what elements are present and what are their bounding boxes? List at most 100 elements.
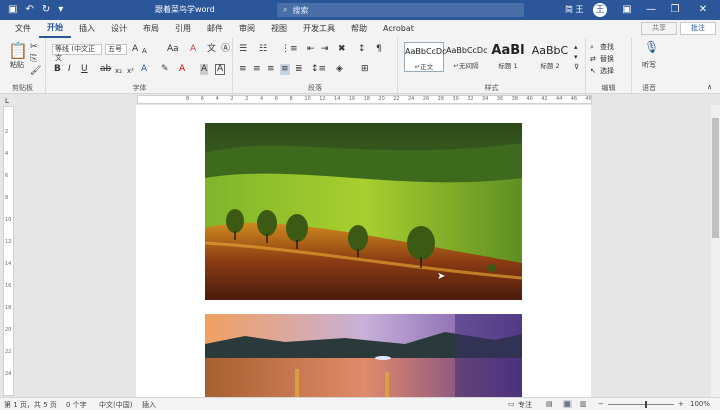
zoom-out-icon[interactable]: − [598,400,604,408]
decrease-indent-icon[interactable]: ⇤ [307,44,315,55]
character-border-icon[interactable]: A [215,64,226,75]
text-effects-icon[interactable]: A [141,64,147,75]
align-left-icon[interactable]: ≡ [239,64,247,75]
justify-icon[interactable]: ≡ [280,64,290,75]
style-normal[interactable]: AaBbCcDc ↵正文 [404,42,446,72]
multilevel-list-icon[interactable]: ⋮≡ [281,44,298,55]
align-center-icon[interactable]: ≡ [253,64,261,75]
vertical-ruler[interactable]: 2 4 6 8 10 12 14 16 18 20 22 24 [3,106,14,396]
strikethrough-button[interactable]: ab [100,64,111,75]
focus-button[interactable]: 专注 [518,400,532,410]
font-color-icon[interactable]: A [179,64,185,75]
dictate-button[interactable]: 听写 [642,60,656,71]
sort-icon[interactable]: ↕ [358,44,366,55]
show-marks-icon[interactable]: ¶ [376,44,382,55]
print-layout-icon[interactable]: ▦ [563,400,572,408]
find-icon[interactable]: ⌕ [590,42,594,53]
font-size-select[interactable]: 五号 [105,44,127,55]
bullets-icon[interactable]: ☰ [239,44,247,55]
grow-font-button[interactable]: A [132,44,138,55]
shrink-font-button[interactable]: A [142,46,147,57]
clear-formatting-button[interactable]: A [190,44,196,55]
style-heading-2[interactable]: AaBbC 标题 2 [530,42,570,72]
vruler-tick-label: 8 [5,195,9,201]
landscape-image-hills[interactable] [205,123,522,300]
subscript-button[interactable]: x₂ [115,66,122,77]
shading-icon[interactable]: ◈ [336,64,343,75]
increase-indent-icon[interactable]: ⇥ [321,44,329,55]
tab-4[interactable]: 布局 [135,20,167,38]
replace-button[interactable]: 替换 [600,54,614,65]
avatar[interactable]: 王 [593,3,607,17]
styles-more-icon[interactable]: ⊽ [574,62,579,73]
tab-7[interactable]: 审阅 [231,20,263,38]
format-painter-icon[interactable]: 🖌 [30,66,41,77]
zoom-in-icon[interactable]: + [678,400,684,408]
numbering-icon[interactable]: ☷ [259,44,267,55]
underline-button[interactable]: U [81,64,88,75]
zoom-slider[interactable] [608,404,674,405]
focus-icon[interactable]: ▭ [508,400,515,408]
tab-11[interactable]: Acrobat [375,20,422,38]
align-right-icon[interactable]: ≡ [267,64,275,75]
word-count[interactable]: 0 个字 [66,400,87,410]
minimize-icon[interactable]: — [640,0,662,20]
collapse-ribbon-icon[interactable]: ∧ [707,82,712,93]
select-icon[interactable]: ↖ [590,66,596,77]
user-name[interactable]: 简 王 [565,4,584,15]
tab-9[interactable]: 开发工具 [295,20,343,38]
insert-mode[interactable]: 插入 [142,400,156,410]
font-name-select[interactable]: 等线 (中文正文 [52,44,102,62]
bold-button[interactable]: B [54,64,61,75]
character-shading-icon[interactable]: A [200,64,209,75]
tab-6[interactable]: 邮件 [199,20,231,38]
read-mode-icon[interactable]: ▤ [546,400,553,408]
language-indicator[interactable]: 中文(中国) [99,400,132,410]
tab-5[interactable]: 引用 [167,20,199,38]
microphone-icon[interactable]: 🎙 [644,41,659,53]
replace-icon[interactable]: ⇄ [590,54,596,65]
chinese-layout-icon[interactable]: ✖ [338,44,346,55]
web-layout-icon[interactable]: ▥ [580,400,587,408]
style-heading-1[interactable]: AaBl 标题 1 [488,42,528,72]
search-input[interactable]: ⌕ 搜索 [277,3,524,17]
close-icon[interactable]: ✕ [692,0,714,20]
tab-2[interactable]: 插入 [71,20,103,38]
customize-toolbar-icon[interactable]: ▾ [58,4,63,16]
style-no-spacing[interactable]: AaBbCcDc ↵无间隔 [446,42,487,72]
italic-button[interactable]: I [68,64,71,75]
zoom-level[interactable]: 100% [690,400,710,408]
zoom-slider-thumb[interactable] [645,401,647,408]
enclose-characters-icon[interactable]: Ⓐ [221,44,230,55]
select-button[interactable]: 选择 [600,66,614,77]
horizontal-ruler[interactable]: 8 6 4 2 2 4 6 8 10 12 14 16 18 20 22 24 26 28 30 32 34 36 38 40… [137,95,592,104]
paste-label[interactable]: 粘贴 [10,60,24,71]
tab-0[interactable]: 文件 [7,20,39,38]
page-count[interactable]: 第 1 页，共 5 页 [4,400,57,410]
superscript-button[interactable]: x² [127,66,134,77]
cut-icon[interactable]: ✂ [30,42,38,53]
tab-1[interactable]: 开始 [39,20,71,38]
undo-icon[interactable]: ↶ [25,4,33,16]
tab-3[interactable]: 设计 [103,20,135,38]
share-button[interactable]: 共享 [641,22,677,35]
ribbon-display-options-icon[interactable]: ▣ [616,0,638,20]
scrollbar-thumb[interactable] [712,118,719,238]
paragraph-group-label: 段落 [308,84,322,92]
paste-icon[interactable]: 📋 [8,42,28,60]
maximize-icon[interactable]: ❐ [664,0,686,20]
save-icon[interactable]: ▣ [8,4,17,16]
tab-10[interactable]: 帮助 [343,20,375,38]
highlight-icon[interactable]: ✎ [161,64,169,75]
comment-button[interactable]: 批注 [680,22,716,35]
phonetic-guide-icon[interactable]: 文 [207,44,216,55]
tab-8[interactable]: 视图 [263,20,295,38]
find-button[interactable]: 查找 [600,42,614,53]
distributed-icon[interactable]: ≣ [295,64,303,75]
copy-icon[interactable]: ⎘ [30,54,37,65]
borders-icon[interactable]: ⊞ [361,64,369,75]
change-case-button[interactable]: Aa [167,44,179,55]
redo-icon[interactable]: ↻ [42,4,50,16]
landscape-image-lake[interactable] [205,314,522,397]
line-spacing-icon[interactable]: ↕≡ [311,64,326,75]
